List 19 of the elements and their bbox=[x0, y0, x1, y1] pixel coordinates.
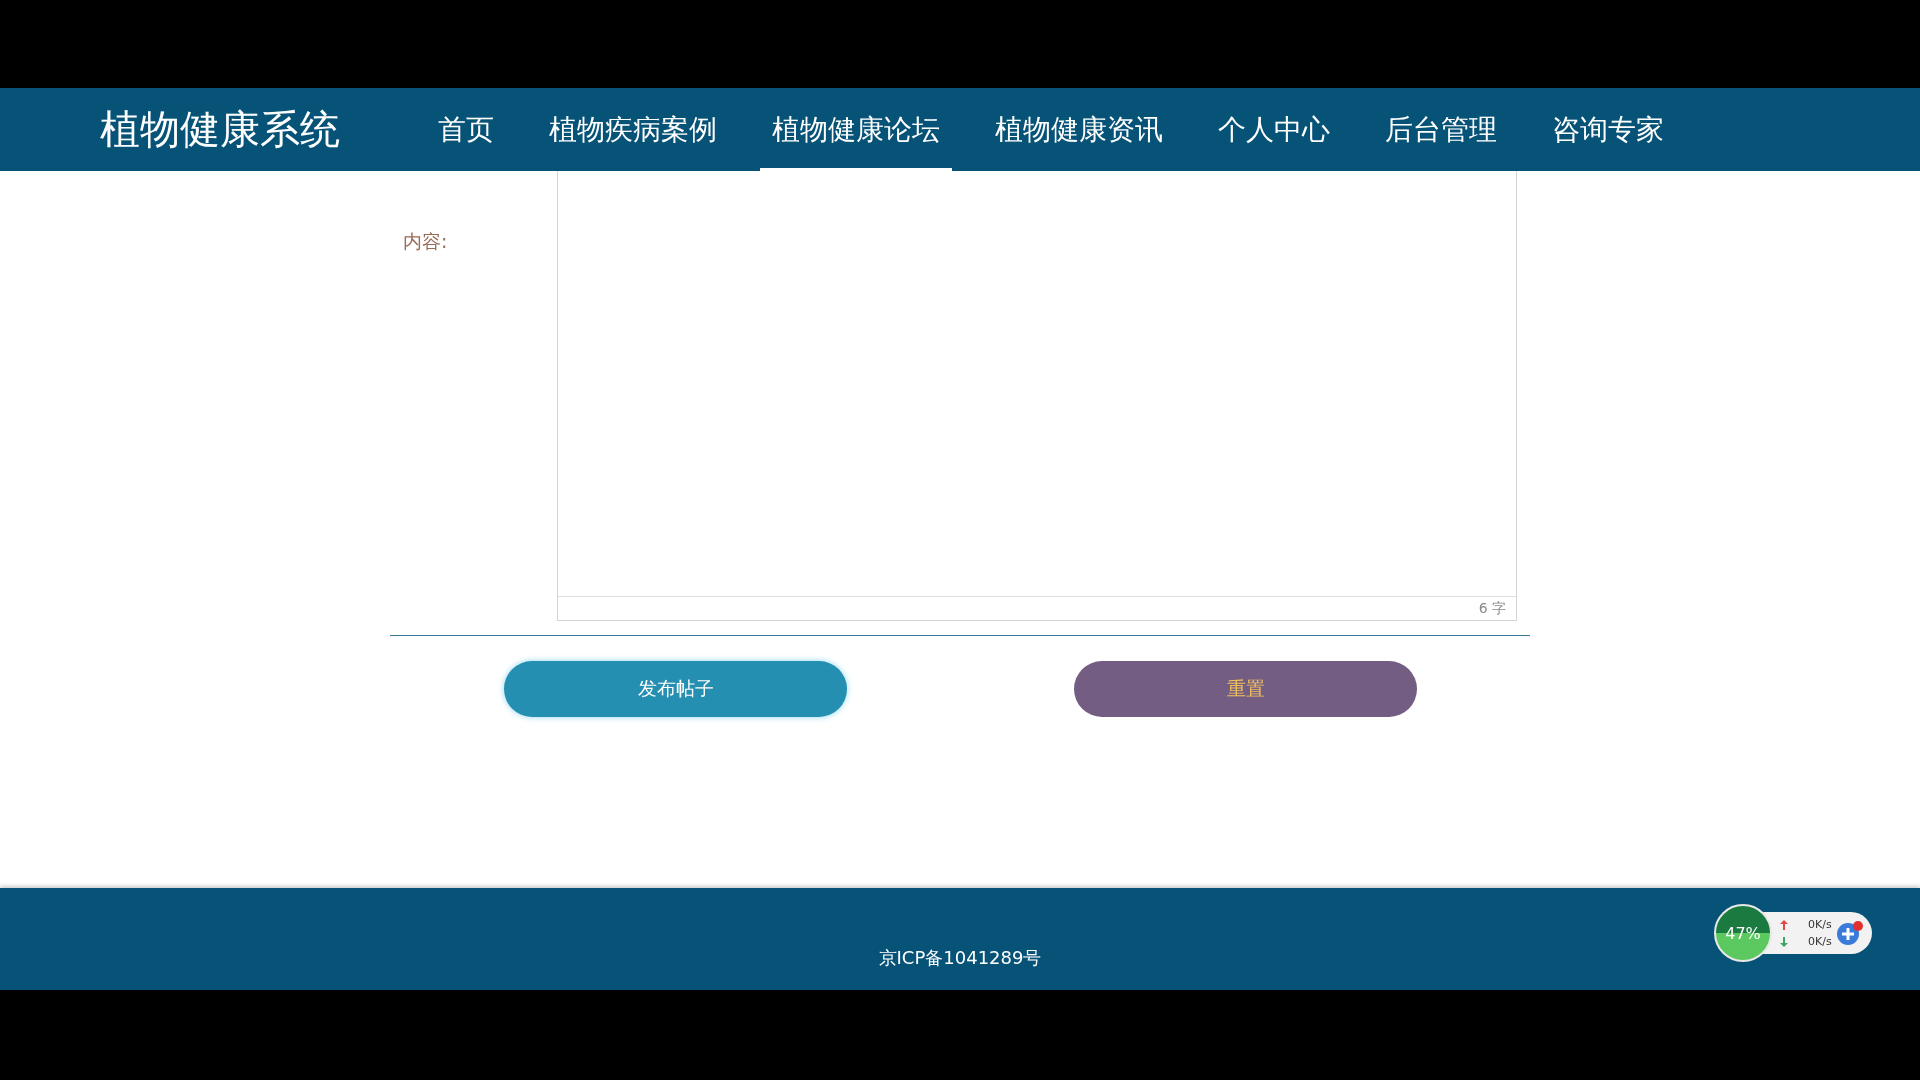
field-label: 内容: bbox=[402, 229, 449, 254]
nav-item[interactable]: 植物疾病案例 bbox=[537, 88, 729, 171]
memory-percent: 47% bbox=[1725, 923, 1761, 943]
site-title: 植物健康系统 bbox=[100, 105, 340, 154]
nav-item[interactable]: 首页 bbox=[426, 88, 506, 171]
word-count: 6 字 bbox=[1478, 599, 1506, 618]
submit-button[interactable]: 发布帖子 bbox=[504, 661, 847, 717]
download-speed: 0K/s bbox=[1808, 935, 1832, 948]
down-arrow-icon bbox=[1780, 936, 1788, 947]
content-editor[interactable]: 6 字 bbox=[557, 171, 1517, 621]
icp-text: 京ICP备1041289号 bbox=[878, 946, 1042, 970]
nav-item[interactable]: 植物健康资讯 bbox=[983, 88, 1175, 171]
plus-icon[interactable] bbox=[1835, 920, 1864, 946]
upload-speed: 0K/s bbox=[1808, 918, 1832, 931]
reset-button[interactable]: 重置 bbox=[1074, 661, 1417, 717]
up-arrow-icon bbox=[1780, 919, 1788, 930]
nav-item[interactable]: 咨询专家 bbox=[1540, 88, 1676, 171]
nav-item[interactable]: 个人中心 bbox=[1206, 88, 1342, 171]
nav-item[interactable]: 后台管理 bbox=[1373, 88, 1509, 171]
